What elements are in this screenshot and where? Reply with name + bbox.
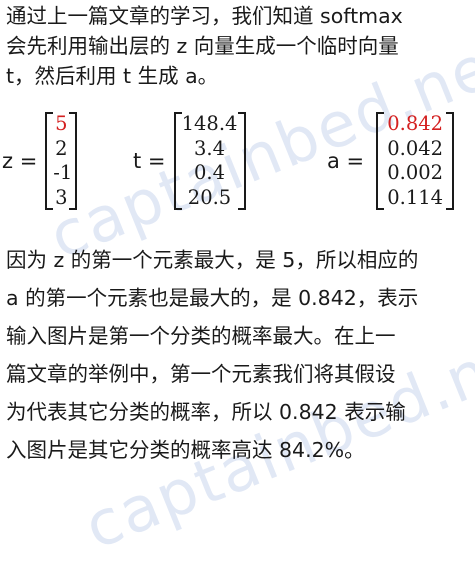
vector-a-matrix: 0.842 0.042 0.002 0.114 bbox=[376, 112, 455, 210]
text-line: 入图片是其它分类的概率高达 84.2%。 bbox=[6, 438, 365, 462]
text-line: 通过上一篇文章的学习，我们知道 softmax bbox=[6, 4, 403, 28]
matrix-cell: 0.042 bbox=[387, 136, 444, 160]
text-line: a 的第一个元素也是最大的，是 0.842，表示 bbox=[6, 286, 419, 310]
matrix-cell: 0.4 bbox=[194, 161, 226, 185]
text-line: 输入图片是第一个分类的概率最大。在上一 bbox=[6, 324, 396, 348]
vector-t-matrix: 148.4 3.4 0.4 20.5 bbox=[173, 112, 246, 210]
vector-t-label: t = bbox=[133, 149, 166, 173]
vector-a-label: a = bbox=[327, 149, 365, 173]
vector-z-equation: z = 5 2 -1 3 bbox=[2, 111, 78, 211]
text-line: 篇文章的举例中，第一个元素我们将其假设 bbox=[6, 362, 396, 386]
matrix-cell: 20.5 bbox=[187, 185, 232, 209]
explanation-paragraph: 因为 z 的第一个元素最大，是 5，所以相应的 a 的第一个元素也是最大的，是 … bbox=[6, 241, 468, 469]
matrix-cell: -1 bbox=[53, 161, 73, 185]
vector-a-equation: a = 0.842 0.042 0.002 0.114 bbox=[327, 111, 455, 211]
text-line: 为代表其它分类的概率，所以 0.842 表示输 bbox=[6, 400, 406, 424]
matrix-cell: 2 bbox=[55, 136, 68, 160]
matrix-cell: 3.4 bbox=[194, 136, 226, 160]
matrix-cell: 3 bbox=[55, 185, 68, 209]
matrix-cell: 0.002 bbox=[387, 161, 444, 185]
text-line: 会先利用输出层的 z 向量生成一个临时向量 bbox=[6, 34, 399, 58]
text-line: 因为 z 的第一个元素最大，是 5，所以相应的 bbox=[6, 248, 419, 272]
vector-t-equation: t = 148.4 3.4 0.4 20.5 bbox=[133, 111, 246, 211]
text-line: t，然后利用 t 生成 a。 bbox=[6, 64, 219, 88]
intro-paragraph: 通过上一篇文章的学习，我们知道 softmax 会先利用输出层的 z 向量生成一… bbox=[6, 1, 468, 91]
matrix-cell: 148.4 bbox=[181, 112, 238, 135]
matrix-cell: 0.114 bbox=[387, 185, 444, 209]
vector-z-matrix: 5 2 -1 3 bbox=[45, 112, 78, 210]
vector-z-label: z = bbox=[2, 149, 38, 173]
matrix-cell: 0.842 bbox=[387, 112, 444, 135]
matrix-cell: 5 bbox=[55, 112, 68, 135]
